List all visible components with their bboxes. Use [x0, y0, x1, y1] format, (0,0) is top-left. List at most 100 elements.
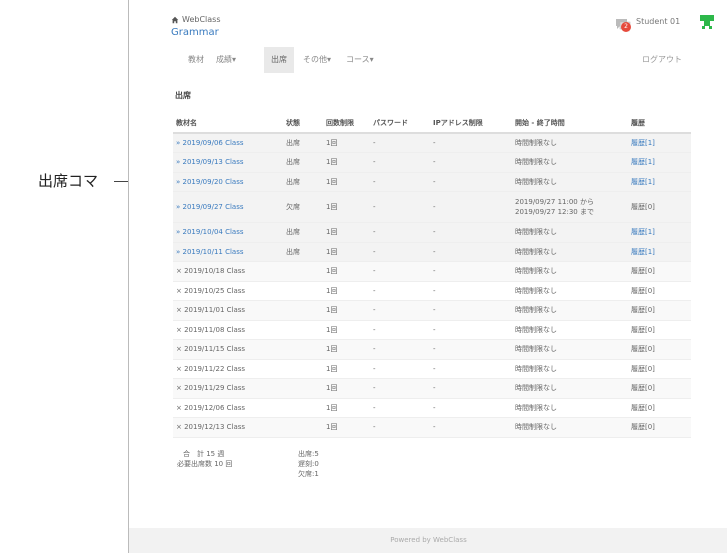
cell-status — [283, 320, 323, 340]
cell-material-name-text[interactable]: » 2019/09/20 Class — [176, 178, 244, 186]
cell-material-name-text[interactable]: » 2019/09/27 Class — [176, 203, 244, 211]
cell-material-name-text[interactable]: » 2019/10/11 Class — [176, 248, 244, 256]
cell-history: 履歴[0] — [628, 281, 691, 301]
period-start: 時間制限なし — [515, 364, 557, 373]
nav-attendance[interactable]: 出席 — [264, 47, 294, 73]
cell-material-name-text: × 2019/11/29 Class — [176, 384, 246, 393]
user-avatar-icon[interactable] — [699, 14, 715, 30]
course-title[interactable]: Grammar — [171, 27, 219, 38]
nav-other[interactable]: その他▾ — [296, 47, 338, 73]
cell-password-text: - — [373, 345, 376, 354]
cell-status — [283, 281, 323, 301]
cell-password: - — [370, 191, 430, 223]
cell-password-text: - — [373, 364, 376, 373]
user-name[interactable]: Student 01 — [636, 17, 680, 26]
cell-history[interactable]: 履歴[1] — [628, 242, 691, 262]
cell-status — [283, 417, 323, 438]
cell-status — [283, 339, 323, 360]
cell-material-name-text[interactable]: » 2019/10/04 Class — [176, 228, 244, 236]
cell-material-name[interactable]: » 2019/10/04 Class — [173, 222, 283, 243]
col-header-history: 履歴 — [628, 114, 691, 134]
summary-totals: 合 計 15 週 必要出席数 10 回 — [177, 449, 232, 469]
cell-ip-text: - — [433, 203, 436, 211]
cell-material-name[interactable]: » 2019/09/20 Class — [173, 172, 283, 192]
nav-materials[interactable]: 教材 — [181, 47, 211, 73]
cell-status: 出席 — [283, 222, 323, 243]
cell-history[interactable]: 履歴[1] — [628, 133, 691, 153]
cell-limit: 1回 — [323, 339, 370, 360]
cell-history-text[interactable]: 履歴[1] — [631, 228, 655, 236]
table-body: » 2019/09/06 Class 出席 1回 - - 時間制限なし 履歴[1]» 201… — [173, 133, 691, 438]
table-row: » 2019/09/20 Class 出席 1回 - - 時間制限なし 履歴[1] — [173, 172, 691, 192]
period-start: 時間制限なし — [515, 247, 557, 256]
cell-password: - — [370, 152, 430, 173]
table-row: × 2019/10/25 Class 1回 - - 時間制限なし 履歴[0] — [173, 281, 691, 301]
cell-history[interactable]: 履歴[1] — [628, 222, 691, 243]
home-link[interactable]: WebClass — [171, 15, 221, 24]
table-row: × 2019/10/18 Class 1回 - - 時間制限なし 履歴[0] — [173, 261, 691, 282]
cell-history: 履歴[0] — [628, 378, 691, 399]
cell-material-name-text[interactable]: » 2019/09/06 Class — [176, 139, 244, 147]
nav-course[interactable]: コース▾ — [339, 47, 381, 73]
cell-ip: - — [430, 417, 512, 438]
cell-password-text: - — [373, 306, 376, 315]
cell-history: 履歴[0] — [628, 417, 691, 438]
cell-limit: 1回 — [323, 359, 370, 379]
cell-limit-text: 1回 — [326, 325, 338, 334]
col-header-limit: 回数制限 — [323, 114, 370, 134]
cell-history[interactable]: 履歴[1] — [628, 172, 691, 192]
cell-ip-text: - — [433, 306, 436, 315]
col-header-ip: IPアドレス制限 — [430, 114, 512, 134]
cell-period: 時間制限なし — [512, 417, 628, 438]
cell-history-text[interactable]: 履歴[1] — [631, 248, 655, 256]
cell-material-name[interactable]: » 2019/09/06 Class — [173, 133, 283, 153]
cell-ip-text: - — [433, 325, 436, 334]
cell-material-name[interactable]: » 2019/10/11 Class — [173, 242, 283, 262]
cell-period: 時間制限なし — [512, 398, 628, 418]
cell-limit: 1回 — [323, 261, 370, 282]
cell-history-text: 履歴[0] — [631, 286, 655, 295]
annotation-label: 出席コマ — [38, 172, 99, 190]
cell-history: 履歴[0] — [628, 191, 691, 223]
cell-history-text: 履歴[0] — [631, 364, 655, 373]
table-row: » 2019/09/06 Class 出席 1回 - - 時間制限なし 履歴[1] — [173, 133, 691, 153]
cell-limit: 1回 — [323, 398, 370, 418]
table-header-row: 教材名 状態 回数制限 パスワード IPアドレス制限 開始 - 終了時間 履歴 — [173, 114, 691, 134]
cell-ip: - — [430, 300, 512, 321]
period-start: 時間制限なし — [515, 228, 557, 237]
cell-history[interactable]: 履歴[1] — [628, 152, 691, 173]
cell-material-name[interactable]: » 2019/09/13 Class — [173, 152, 283, 173]
cell-history-text: 履歴[0] — [631, 423, 655, 432]
logout-link[interactable]: ログアウト — [642, 47, 682, 73]
cell-password-text: - — [373, 228, 376, 237]
cell-limit-text: 1回 — [326, 158, 338, 167]
cell-history: 履歴[0] — [628, 300, 691, 321]
cell-ip: - — [430, 398, 512, 418]
cell-history-text[interactable]: 履歴[1] — [631, 178, 655, 186]
cell-period: 時間制限なし — [512, 261, 628, 282]
cell-status: 欠席 — [283, 191, 323, 223]
cell-ip-text: - — [433, 345, 436, 354]
nav-grades[interactable]: 成績▾ — [209, 47, 243, 73]
cell-password: - — [370, 261, 430, 282]
cell-password: - — [370, 242, 430, 262]
period-start: 時間制限なし — [515, 286, 557, 295]
cell-material-name[interactable]: » 2019/09/27 Class — [173, 191, 283, 223]
cell-limit: 1回 — [323, 320, 370, 340]
cell-password-text: - — [373, 247, 376, 256]
period-start: 時間制限なし — [515, 267, 557, 276]
cell-history-text[interactable]: 履歴[1] — [631, 158, 655, 166]
cell-status-text: 出席 — [286, 158, 300, 167]
cell-ip-text: - — [433, 139, 436, 147]
cell-period: 時間制限なし — [512, 133, 628, 153]
cell-material-name-text[interactable]: » 2019/09/13 Class — [176, 158, 244, 166]
cell-material-name: × 2019/11/08 Class — [173, 320, 283, 340]
cell-material-name-text: × 2019/10/25 Class — [176, 286, 246, 295]
cell-history-text[interactable]: 履歴[1] — [631, 139, 655, 147]
cell-status-text: 欠席 — [286, 203, 300, 211]
cell-limit: 1回 — [323, 242, 370, 262]
cell-period: 時間制限なし — [512, 300, 628, 321]
cell-period: 時間制限なし — [512, 222, 628, 243]
cell-material-name: × 2019/10/25 Class — [173, 281, 283, 301]
table-row: × 2019/12/13 Class 1回 - - 時間制限なし 履歴[0] — [173, 417, 691, 438]
